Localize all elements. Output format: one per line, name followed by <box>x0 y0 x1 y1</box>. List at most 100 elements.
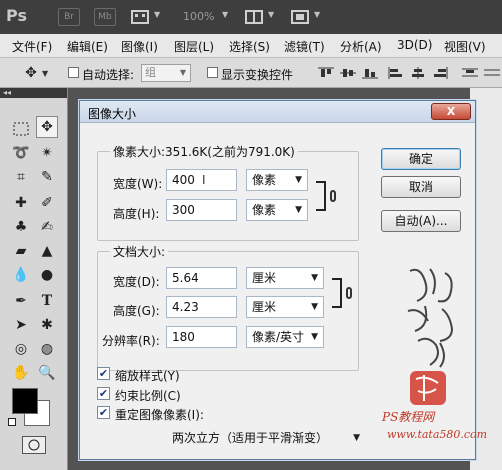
paint-bucket-tool-icon[interactable]: ▲ <box>36 240 58 262</box>
ok-button[interactable]: 确定 <box>381 148 461 170</box>
width-unit-dropdown[interactable]: 像素 ▼ <box>246 169 308 191</box>
chevron-down-icon: ▼ <box>311 302 318 312</box>
lasso-tool-icon[interactable]: ➰ <box>10 142 32 164</box>
chain-link-icon <box>346 287 352 299</box>
height-unit-value: 像素 <box>252 203 277 217</box>
height-unit-dropdown[interactable]: 像素 ▼ <box>246 199 308 221</box>
auto-select-dropdown[interactable]: 组 ▼ <box>141 64 191 82</box>
chevron-down-icon: ▼ <box>42 69 49 78</box>
dodge-tool-icon[interactable]: ● <box>36 264 58 286</box>
marquee-tool-icon[interactable] <box>10 118 32 140</box>
zoom-level[interactable]: 100% <box>183 10 214 23</box>
show-transform-label: 显示变换控件 <box>221 68 294 82</box>
chevron-down-icon: ▼ <box>179 68 186 77</box>
resample-checkbox[interactable]: ✔ <box>97 406 110 419</box>
menu-filter[interactable]: 滤镜(T) <box>284 38 325 55</box>
eraser-tool-icon[interactable]: ▰ <box>10 240 32 262</box>
align-right-icon[interactable] <box>432 67 448 79</box>
menu-select[interactable]: 选择(S) <box>229 38 270 55</box>
move-tool-icon[interactable]: ✥ <box>36 116 58 138</box>
doc-width-unit-dropdown[interactable]: 厘米 ▼ <box>246 267 324 289</box>
brush-tool-icon[interactable]: ✐ <box>36 192 58 214</box>
watermark-text: PS教程网 <box>382 410 435 424</box>
chevron-down-icon: ▼ <box>268 10 275 19</box>
align-hcenter-icon[interactable] <box>410 67 426 79</box>
menu-file[interactable]: 文件(F) <box>12 38 52 55</box>
scale-styles-checkbox[interactable]: ✔ <box>97 367 110 380</box>
image-size-dialog: 图像大小 X 像素大小:351.6K(之前为791.0K) 宽度(W): 400… <box>79 100 487 460</box>
type-tool-icon[interactable]: T <box>36 290 58 312</box>
doc-height-label: 高度(G): <box>113 304 160 318</box>
width-label: 宽度(W): <box>113 177 163 191</box>
path-selection-tool-icon[interactable]: ➤ <box>10 314 32 336</box>
custom-shape-tool-icon[interactable]: ✱ <box>36 314 58 336</box>
move-tool-preset-icon[interactable]: ✥ <box>20 62 42 84</box>
align-vcenter-icon[interactable] <box>340 67 356 79</box>
zoom-tool-icon[interactable]: 🔍 <box>36 362 58 384</box>
width-input[interactable]: 400 Ⅰ <box>166 169 237 191</box>
screen-mode-icon[interactable] <box>290 8 312 26</box>
distribute-top-icon[interactable] <box>462 67 478 79</box>
chevron-down-icon: ▼ <box>311 332 318 342</box>
blur-tool-icon[interactable]: 💧 <box>10 264 32 286</box>
auto-select-checkbox[interactable] <box>68 67 79 78</box>
foreground-color-swatch-top[interactable] <box>12 388 38 414</box>
clone-stamp-tool-icon[interactable]: ♣ <box>10 216 32 238</box>
crop-tool-icon[interactable]: ⌗ <box>10 166 32 188</box>
3d-orbit-tool-icon[interactable]: ◍ <box>36 338 58 360</box>
menu-view[interactable]: 视图(V) <box>444 38 486 55</box>
chevron-down-icon: ▼ <box>311 273 318 283</box>
document-size-label: 文档大小: <box>110 243 169 260</box>
hand-tool-icon[interactable]: ✋ <box>10 362 32 384</box>
quick-mask-icon[interactable] <box>22 436 46 454</box>
chevron-down-icon: ▼ <box>295 205 302 215</box>
menu-layer[interactable]: 图层(L) <box>174 38 214 55</box>
auto-select-label: 自动选择: <box>82 68 135 82</box>
close-button[interactable]: X <box>431 103 471 120</box>
scale-styles-label: 缩放样式(Y) <box>115 369 180 383</box>
chevron-down-icon: ▼ <box>353 433 360 443</box>
dialog-titlebar[interactable]: 图像大小 X <box>80 101 475 123</box>
history-brush-tool-icon[interactable]: ✍ <box>36 216 58 238</box>
resolution-value: 180 <box>172 330 195 344</box>
3d-rotate-tool-icon[interactable]: ◎ <box>10 338 32 360</box>
height-input[interactable]: 300 <box>166 199 237 221</box>
default-colors-icon[interactable] <box>8 418 16 426</box>
doc-height-input[interactable]: 4.23 <box>166 296 237 318</box>
resolution-unit-dropdown[interactable]: 像素/英寸 ▼ <box>246 326 324 348</box>
chevron-down-icon: ▼ <box>154 10 161 19</box>
eyedropper-tool-icon[interactable]: ✎ <box>36 166 58 188</box>
height-label: 高度(H): <box>113 207 160 221</box>
tools-panel-header[interactable]: ◂◂ <box>0 88 67 98</box>
document-constrain-bracket <box>332 278 342 308</box>
auto-button[interactable]: 自动(A)... <box>381 210 461 232</box>
align-top-icon[interactable] <box>318 67 334 79</box>
photoshop-logo: Ps <box>6 6 27 25</box>
resolution-label: 分辨率(R): <box>102 334 160 348</box>
pen-tool-icon[interactable]: ✒ <box>10 290 32 312</box>
menu-3d[interactable]: 3D(D) <box>397 38 432 52</box>
spot-healing-tool-icon[interactable]: ✚ <box>10 192 32 214</box>
show-transform-checkbox[interactable] <box>207 67 218 78</box>
doc-height-unit-dropdown[interactable]: 厘米 ▼ <box>246 296 324 318</box>
arrange-documents-icon[interactable] <box>244 8 266 26</box>
resample-label: 重定图像像素(I): <box>115 408 204 422</box>
cancel-button[interactable]: 取消 <box>381 176 461 198</box>
constrain-proportions-label: 约束比例(C) <box>115 389 181 403</box>
menu-analysis[interactable]: 分析(A) <box>340 38 382 55</box>
minibridge-button[interactable]: Mb <box>94 8 116 26</box>
doc-width-value: 5.64 <box>172 271 199 285</box>
bridge-button[interactable]: Br <box>58 8 80 26</box>
magic-wand-tool-icon[interactable]: ✴ <box>36 142 58 164</box>
constrain-proportions-checkbox[interactable]: ✔ <box>97 387 110 400</box>
resample-method-dropdown[interactable]: 两次立方（适用于平滑渐变） ▼ <box>166 427 366 449</box>
doc-width-input[interactable]: 5.64 <box>166 267 237 289</box>
resolution-input[interactable]: 180 <box>166 326 237 348</box>
align-bottom-icon[interactable] <box>362 67 378 79</box>
align-left-icon[interactable] <box>388 67 404 79</box>
menu-image[interactable]: 图像(I) <box>121 38 158 55</box>
menu-edit[interactable]: 编辑(E) <box>67 38 108 55</box>
distribute-vcenter-icon[interactable] <box>484 67 500 79</box>
film-icon[interactable] <box>130 8 152 26</box>
doc-height-value: 4.23 <box>172 300 199 314</box>
